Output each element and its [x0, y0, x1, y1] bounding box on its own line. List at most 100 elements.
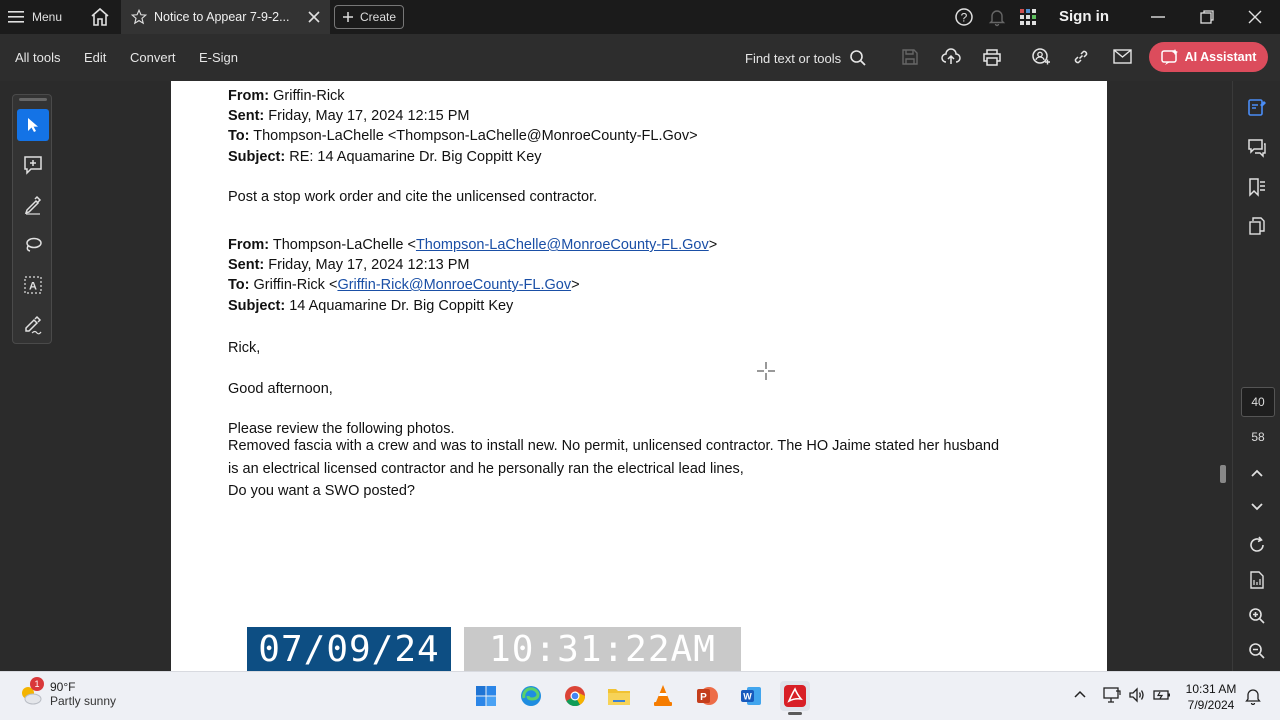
- zoom-in-icon: [1249, 608, 1265, 624]
- email2-greeting: Rick,: [228, 340, 261, 356]
- windows-taskbar: 1 90°F Partly sunny P W 10:31 AM 7/9/202…: [0, 671, 1280, 720]
- bookmarks-panel-button[interactable]: [1243, 173, 1271, 201]
- zoom-out-icon: [1249, 643, 1265, 659]
- email2-to-link[interactable]: Griffin-Rick@MonroeCounty-FL.Gov: [337, 277, 571, 293]
- system-clock[interactable]: 10:31 AM 7/9/2024: [1180, 681, 1242, 713]
- close-tab-icon[interactable]: [307, 10, 321, 24]
- email2-to: To: Griffin-Rick <Griffin-Rick@MonroeCou…: [228, 277, 580, 293]
- next-page-button[interactable]: [1243, 493, 1271, 521]
- tab-title: Notice to Appear 7-9-2...: [154, 10, 290, 24]
- edit-pdf-icon: [1248, 99, 1266, 116]
- text-recognition-button[interactable]: A: [17, 269, 49, 301]
- document-page: From: Griffin-Rick Sent: Friday, May 17,…: [171, 81, 1107, 671]
- title-bar: Menu Notice to Appear 7-9-2... Create ? …: [0, 0, 1280, 34]
- acrobat-icon: [784, 685, 806, 707]
- menu-button[interactable]: Menu: [8, 6, 62, 28]
- acrobat-button[interactable]: [780, 681, 810, 715]
- vlc-button[interactable]: [648, 681, 678, 711]
- email1-to: To: Thompson-LaChelle <Thompson-LaChelle…: [228, 128, 698, 144]
- sign-in-button[interactable]: Sign in: [1059, 8, 1109, 25]
- display-projection-icon[interactable]: [1103, 686, 1121, 704]
- drag-handle[interactable]: [19, 98, 47, 101]
- notification-bell-icon[interactable]: [987, 7, 1007, 27]
- sign-tool-button[interactable]: [17, 309, 49, 341]
- select-tool-button[interactable]: [17, 109, 49, 141]
- powerpoint-button[interactable]: P: [692, 681, 722, 711]
- zoom-in-button[interactable]: [1243, 602, 1271, 630]
- save-icon[interactable]: [901, 48, 919, 66]
- volume-icon[interactable]: [1128, 686, 1146, 704]
- main-toolbar: All tools Edit Convert E-Sign Find text …: [0, 34, 1280, 81]
- edit-pdf-panel-button[interactable]: [1243, 93, 1271, 121]
- timestamp-time: 10:31:22AM: [464, 627, 741, 671]
- tab-document[interactable]: Notice to Appear 7-9-2...: [121, 0, 330, 34]
- upload-cloud-icon[interactable]: [941, 48, 961, 66]
- comment-add-icon: [24, 156, 42, 175]
- email2-from-link[interactable]: Thompson-LaChelle@MonroeCounty-FL.Gov: [416, 237, 709, 253]
- svg-text:?: ?: [961, 11, 968, 25]
- print-icon[interactable]: [982, 48, 1002, 66]
- edit-menu[interactable]: Edit: [84, 50, 106, 65]
- cursor-arrow-icon: [28, 118, 38, 132]
- share-user-icon[interactable]: [1031, 47, 1051, 67]
- battery-plug-icon[interactable]: [1153, 686, 1171, 704]
- edge-button[interactable]: [516, 681, 546, 711]
- signature-pen-icon: [25, 315, 42, 335]
- help-icon[interactable]: ?: [954, 7, 974, 27]
- esign-menu[interactable]: E-Sign: [199, 50, 238, 65]
- previous-page-button[interactable]: [1243, 459, 1271, 487]
- weather-badge: 1: [30, 677, 44, 691]
- zoom-out-button[interactable]: [1243, 637, 1271, 665]
- chevron-down-icon: [1251, 503, 1263, 511]
- clock-time: 10:31 AM: [1185, 682, 1237, 696]
- start-button[interactable]: [471, 681, 501, 711]
- start-icon: [476, 686, 496, 706]
- word-button[interactable]: W: [736, 681, 766, 711]
- page-count-icon: [1250, 571, 1264, 589]
- find-text-tools[interactable]: Find text or tools: [745, 49, 867, 67]
- pages-panel-button[interactable]: [1243, 212, 1271, 240]
- svg-text:P: P: [700, 692, 707, 703]
- ai-sparkle-icon: [1160, 49, 1178, 65]
- comments-icon: [1248, 139, 1266, 158]
- page-display-button[interactable]: [1243, 566, 1271, 594]
- current-page-input[interactable]: 40: [1241, 387, 1275, 417]
- link-icon[interactable]: [1072, 48, 1090, 66]
- chrome-button[interactable]: [560, 681, 590, 711]
- rotate-button[interactable]: [1243, 531, 1271, 559]
- hamburger-icon: [8, 11, 24, 23]
- close-window-icon[interactable]: [1247, 9, 1263, 25]
- apps-grid-icon[interactable]: [1019, 8, 1037, 26]
- home-button[interactable]: [88, 5, 112, 29]
- star-icon[interactable]: [130, 8, 148, 26]
- vertical-scrollbar-thumb[interactable]: [1220, 465, 1226, 483]
- email2-body-line-3: is an electrical licensed contractor and…: [228, 461, 744, 477]
- add-comment-button[interactable]: [17, 149, 49, 181]
- restore-icon[interactable]: [1199, 9, 1215, 25]
- minimize-icon[interactable]: [1150, 10, 1166, 24]
- menu-label: Menu: [32, 10, 63, 24]
- find-text-label: Find text or tools: [745, 50, 842, 66]
- bookmark-icon: [1249, 178, 1265, 197]
- ai-assistant-button[interactable]: AI Assistant: [1149, 42, 1268, 72]
- notification-bell-taskbar-icon[interactable]: [1245, 687, 1261, 705]
- email-icon[interactable]: [1113, 49, 1132, 64]
- create-button[interactable]: Create: [334, 5, 404, 29]
- chrome-icon: [565, 686, 586, 707]
- comments-panel-button[interactable]: [1243, 134, 1271, 162]
- email1-subject: Subject: RE: 14 Aquamarine Dr. Big Coppi…: [228, 149, 542, 165]
- all-tools-menu[interactable]: All tools: [15, 50, 61, 65]
- convert-menu[interactable]: Convert: [130, 50, 176, 65]
- weather-condition: Partly sunny: [50, 694, 117, 708]
- weather-widget[interactable]: 1 90°F Partly sunny: [18, 677, 117, 708]
- timestamp-date: 07/09/24: [247, 627, 451, 671]
- lasso-icon: [26, 237, 42, 252]
- edge-icon: [521, 686, 541, 706]
- chevron-up-icon: [1251, 469, 1263, 477]
- file-explorer-button[interactable]: [604, 681, 634, 711]
- show-hidden-icons-icon[interactable]: [1073, 689, 1087, 699]
- email2-subject: Subject: 14 Aquamarine Dr. Big Coppitt K…: [228, 298, 514, 314]
- total-pages: 58: [1251, 430, 1265, 444]
- freehand-tool-button[interactable]: [17, 229, 49, 261]
- draw-tool-button[interactable]: [17, 189, 49, 221]
